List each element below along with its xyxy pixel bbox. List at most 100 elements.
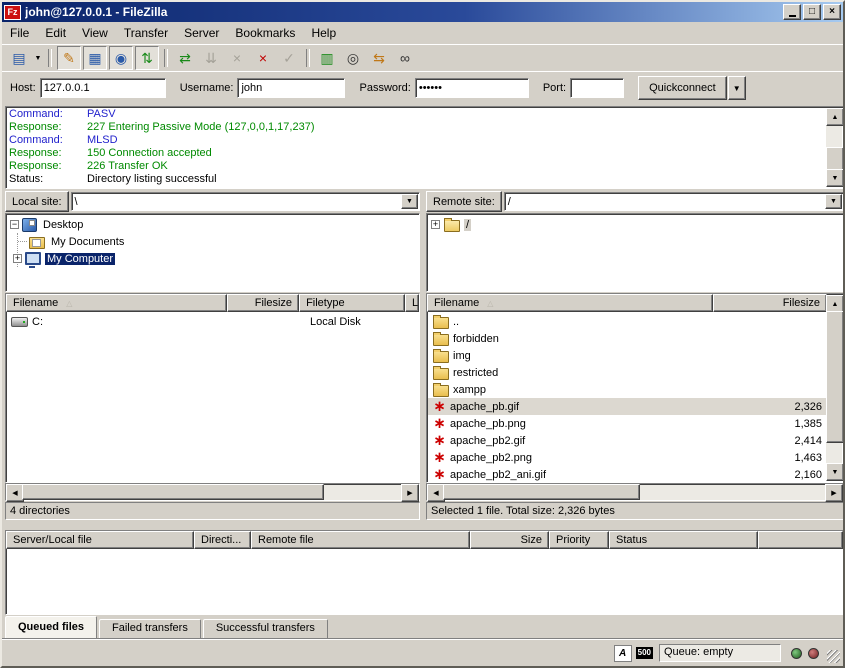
tree-item-my-computer[interactable]: + My Computer <box>18 250 419 267</box>
scroll-down-icon[interactable]: ▼ <box>826 169 844 187</box>
password-input[interactable] <box>415 78 529 98</box>
remote-file-row[interactable]: restricted <box>428 364 826 381</box>
remote-file-row[interactable]: xampp <box>428 381 826 398</box>
remote-file-row-selected[interactable]: ∗apache_pb.gif 2,326 <box>428 398 826 415</box>
column-header-size[interactable]: Size <box>470 531 549 549</box>
toggle-local-tree-button[interactable]: ▦ <box>83 46 107 70</box>
scrollbar-thumb[interactable] <box>443 484 640 500</box>
image-file-icon: ∗ <box>432 470 447 480</box>
collapse-icon[interactable]: − <box>10 220 19 229</box>
toggle-remote-tree-button[interactable]: ◉ <box>109 46 133 70</box>
remote-file-row[interactable]: ∗apache_pb2_ani.gif 2,160 <box>428 466 826 481</box>
local-file-row[interactable]: C: Local Disk <box>7 313 418 330</box>
scroll-down-icon[interactable]: ▼ <box>826 463 844 481</box>
tree-item-my-documents[interactable]: My Documents <box>18 233 419 250</box>
password-label: Password: <box>359 82 410 94</box>
column-header-filename[interactable]: Filename△ <box>427 294 713 312</box>
column-header-server-local-file[interactable]: Server/Local file <box>6 531 194 549</box>
minimize-button[interactable] <box>783 4 801 20</box>
remote-file-row[interactable]: img <box>428 347 826 364</box>
local-site-label: Local site: <box>5 191 69 212</box>
expand-icon[interactable]: + <box>13 254 22 263</box>
remote-horizontal-scrollbar[interactable]: ◀ ▶ <box>426 483 844 501</box>
file-name: apache_pb.gif <box>450 401 519 413</box>
column-header-filesize[interactable]: Filesize <box>713 294 827 312</box>
filezilla-app-icon: Fz <box>4 5 21 20</box>
scroll-right-icon[interactable]: ▶ <box>825 484 843 502</box>
title-bar[interactable]: Fz john@127.0.0.1 - FileZilla □ × <box>2 2 843 22</box>
remote-vertical-scrollbar[interactable]: ▲ ▼ <box>826 295 842 481</box>
column-header-remote-file[interactable]: Remote file <box>251 531 470 549</box>
remote-file-row[interactable]: .. <box>428 313 826 330</box>
tab-failed-transfers[interactable]: Failed transfers <box>99 619 201 638</box>
toolbar-separator <box>306 49 310 67</box>
column-header-last-modified[interactable]: L <box>405 294 419 312</box>
tree-item-label: Desktop <box>41 219 85 231</box>
log-line-label: Command: <box>9 134 87 147</box>
combo-dropdown-icon[interactable]: ▼ <box>825 194 842 209</box>
synchronized-browsing-button[interactable]: ⇆ <box>367 46 391 70</box>
refresh-button[interactable]: ⇄ <box>173 46 197 70</box>
process-queue-button[interactable]: ⇊ <box>199 46 223 70</box>
toggle-message-log-button[interactable]: ✎ <box>57 46 81 70</box>
log-vertical-scrollbar[interactable]: ▲ ▼ <box>826 108 842 187</box>
menu-bookmarks[interactable]: Bookmarks <box>227 24 303 42</box>
cancel-operation-button[interactable]: × <box>225 46 249 70</box>
maximize-button[interactable]: □ <box>803 4 821 20</box>
column-header-filesize[interactable]: Filesize <box>227 294 299 312</box>
log-line-text: 226 Transfer OK <box>87 160 168 173</box>
column-header-priority[interactable]: Priority <box>549 531 609 549</box>
directory-comparison-button[interactable]: ◎ <box>341 46 365 70</box>
disconnect-button[interactable]: × <box>251 46 275 70</box>
tab-successful-transfers[interactable]: Successful transfers <box>203 619 328 638</box>
scrollbar-thumb[interactable] <box>826 147 844 171</box>
speed-limit-icon[interactable]: 500 <box>636 647 653 659</box>
quickconnect-dropdown[interactable]: ▼ <box>728 76 746 100</box>
disconnect-icon: × <box>259 50 267 66</box>
remote-file-row[interactable]: ∗apache_pb.png 1,385 <box>428 415 826 432</box>
column-header-filename[interactable]: Filename△ <box>6 294 227 312</box>
transfer-type-ascii-icon[interactable]: A <box>614 645 632 662</box>
scroll-up-icon[interactable]: ▲ <box>826 108 844 126</box>
toggle-queue-button[interactable]: ⇅ <box>135 46 159 70</box>
expand-icon[interactable]: + <box>431 220 440 229</box>
column-header-filler <box>758 531 843 549</box>
remote-site-combo[interactable]: / ▼ <box>504 192 844 211</box>
remote-site-value: / <box>508 196 824 208</box>
scrollbar-thumb[interactable] <box>22 484 324 500</box>
close-button[interactable]: × <box>823 4 841 20</box>
scroll-right-icon[interactable]: ▶ <box>401 484 419 502</box>
port-input[interactable] <box>570 78 624 98</box>
sort-ascending-icon: △ <box>487 296 493 311</box>
tree-item-desktop[interactable]: − Desktop <box>10 216 419 233</box>
reconnect-button[interactable]: ✓ <box>277 46 301 70</box>
menu-view[interactable]: View <box>74 24 116 42</box>
column-header-direction[interactable]: Directi... <box>194 531 251 549</box>
menu-file[interactable]: File <box>2 24 37 42</box>
column-header-filetype[interactable]: Filetype <box>299 294 405 312</box>
scrollbar-thumb[interactable] <box>826 311 844 443</box>
combo-dropdown-icon[interactable]: ▼ <box>401 194 418 209</box>
tree-item-root[interactable]: + / <box>431 216 843 233</box>
remote-file-row[interactable]: ∗apache_pb2.png 1,463 <box>428 449 826 466</box>
remote-file-row[interactable]: ∗apache_pb2.gif 2,414 <box>428 432 826 449</box>
menu-transfer[interactable]: Transfer <box>116 24 176 42</box>
local-horizontal-scrollbar[interactable]: ◀ ▶ <box>5 483 420 501</box>
column-header-status[interactable]: Status <box>609 531 758 549</box>
host-input[interactable] <box>40 78 166 98</box>
quickconnect-button[interactable]: Quickconnect <box>638 76 727 100</box>
username-input[interactable] <box>237 78 345 98</box>
find-files-button[interactable]: ∞ <box>393 46 417 70</box>
window-resize-grip[interactable] <box>827 650 840 663</box>
local-site-combo[interactable]: \ ▼ <box>71 192 420 211</box>
site-manager-button[interactable]: ▤ <box>7 46 31 70</box>
tab-queued-files[interactable]: Queued files <box>5 616 97 638</box>
window-title: john@127.0.0.1 - FileZilla <box>25 5 781 19</box>
log-line-label: Command: <box>9 108 87 121</box>
menu-server[interactable]: Server <box>176 24 227 42</box>
menu-edit[interactable]: Edit <box>37 24 74 42</box>
menu-help[interactable]: Help <box>303 24 344 42</box>
site-manager-dropdown[interactable]: ▼ <box>32 47 44 69</box>
remote-file-row[interactable]: forbidden <box>428 330 826 347</box>
filter-button[interactable]: ▥ <box>315 46 339 70</box>
